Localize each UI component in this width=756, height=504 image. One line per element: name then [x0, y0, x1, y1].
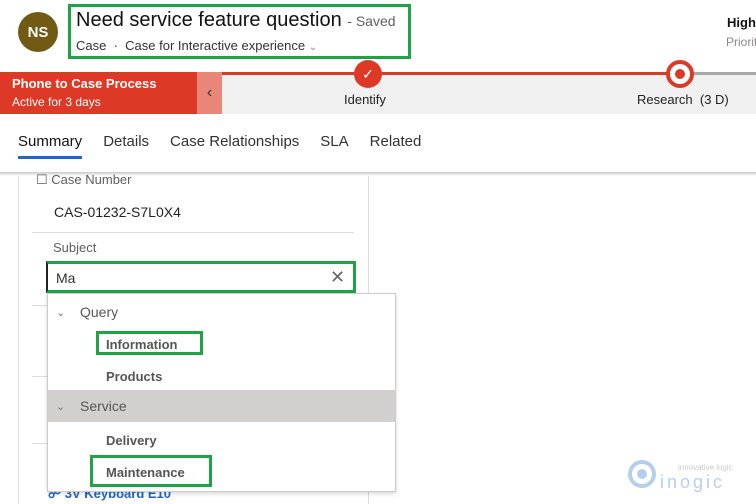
form-name: Case for Interactive experience — [125, 38, 306, 53]
subject-label: Subject — [53, 240, 97, 255]
close-icon[interactable]: ✕ — [330, 267, 345, 288]
form-selector[interactable]: Case · Case for Interactive experience ⌄ — [76, 38, 317, 53]
highlight-box — [96, 331, 203, 355]
active-stage-icon[interactable] — [666, 60, 694, 88]
tab-case-relationships[interactable]: Case Relationships — [170, 133, 299, 159]
divider — [32, 305, 48, 306]
avatar: NS — [18, 12, 58, 52]
watermark-logo: innovative logic inogic — [628, 458, 748, 497]
entity-name: Case — [76, 38, 107, 53]
divider — [32, 443, 48, 444]
case-number-value: CAS-01232-S7L0X4 — [54, 204, 181, 220]
tab-details[interactable]: Details — [103, 133, 149, 159]
tab-list: Summary Details Case Relationships SLA R… — [18, 133, 421, 159]
svg-text:inogic: inogic — [660, 472, 725, 492]
divider — [32, 232, 354, 233]
progress-line — [222, 72, 680, 75]
subject-dropdown: ⌄ Query Information Products ⌄ Service Del… — [47, 293, 396, 492]
chevron-down-icon: ⌄ — [56, 306, 66, 319]
stage-identify[interactable]: Identify — [344, 92, 386, 107]
stage-research[interactable]: Research (3 D) — [637, 92, 729, 107]
tab-summary[interactable]: Summary — [18, 133, 83, 159]
separator: · — [113, 38, 118, 53]
priority-label: Priority — [726, 35, 756, 49]
check-icon[interactable]: ✓ — [354, 60, 382, 88]
subject-input[interactable]: Ma — [46, 261, 356, 293]
option-delivery[interactable]: Delivery — [48, 424, 395, 456]
save-status: - Saved — [347, 13, 396, 29]
option-products[interactable]: Products — [48, 360, 395, 392]
group-service[interactable]: ⌄ Service — [48, 390, 395, 422]
title-text: Need service feature question — [76, 9, 342, 31]
tab-sla[interactable]: SLA — [320, 133, 348, 159]
highlight-box — [90, 455, 212, 487]
process-name: Phone to Case Process — [12, 76, 157, 91]
group-query[interactable]: ⌄ Query — [48, 296, 395, 328]
page-title: Need service feature question - Saved — [76, 9, 396, 32]
divider — [32, 376, 48, 377]
process-flyout[interactable]: Phone to Case Process Active for 3 days — [0, 72, 197, 114]
chevron-down-icon: ⌄ — [308, 42, 318, 53]
chevron-down-icon: ⌄ — [56, 400, 66, 413]
process-duration: Active for 3 days — [12, 95, 101, 109]
priority-value: High — [727, 15, 756, 30]
tab-related[interactable]: Related — [370, 133, 422, 159]
chevron-left-icon[interactable]: ‹ — [197, 72, 222, 114]
case-number-label: ☐ Case Number — [36, 172, 132, 187]
svg-text:innovative logic: innovative logic — [678, 463, 733, 472]
